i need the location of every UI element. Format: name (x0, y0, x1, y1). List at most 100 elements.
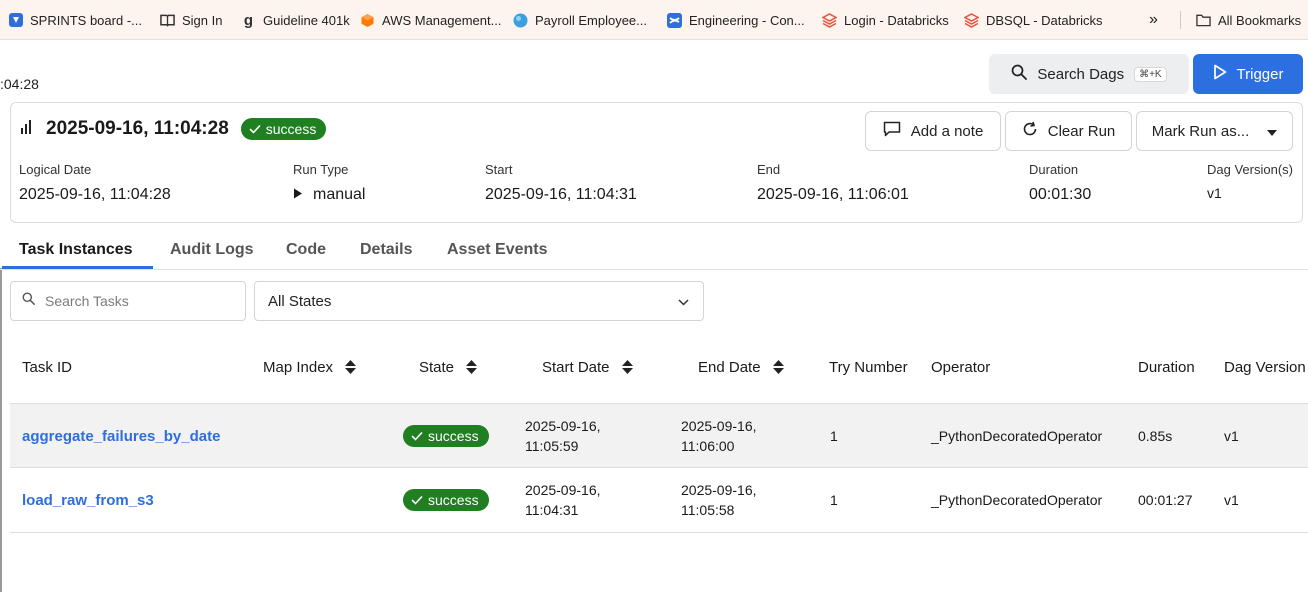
field-label: Duration (1029, 162, 1079, 177)
clear-run-button[interactable]: Clear Run (1005, 111, 1132, 151)
bookmark-label: Sign In (182, 12, 223, 28)
sort-icon[interactable] (621, 360, 633, 374)
end-date-line: 2025-09-16, (681, 482, 757, 498)
breadcrumb-time: :04:28 (0, 76, 39, 92)
jira-icon (8, 13, 23, 28)
bookmark-dbsql-databricks[interactable]: DBSQL - Databricks (964, 0, 1103, 40)
active-tab-indicator (2, 266, 153, 269)
bookmark-aws-management[interactable]: AWS Management... (360, 0, 501, 40)
dag-version-cell: v1 (1224, 428, 1239, 444)
bookmark-engineering-confluence[interactable]: Engineering - Con... (667, 0, 805, 40)
caret-down-icon (1267, 123, 1278, 140)
tab-task-instances[interactable]: Task Instances (19, 238, 133, 269)
field-value-wrap: manual (293, 186, 365, 204)
bookmark-payroll-employee[interactable]: Payroll Employee... (513, 0, 647, 40)
aws-cube-icon (360, 13, 375, 28)
bookmarks-bar: SPRINTS board -... Sign In g Guideline 4… (0, 0, 1308, 40)
state-cell: success (403, 425, 489, 447)
column-header-state[interactable]: State (419, 357, 478, 377)
tab-code[interactable]: Code (286, 238, 326, 269)
bookmarks-overflow-button[interactable]: » (1149, 0, 1158, 40)
trigger-button[interactable]: Trigger (1193, 54, 1303, 94)
column-header-label: Map Index (263, 358, 334, 376)
chevron-down-icon (678, 293, 689, 310)
check-icon (249, 121, 261, 137)
confluence-icon (667, 12, 682, 28)
try-number-cell: 1 (830, 492, 838, 508)
column-header-start-date[interactable]: Start Date (542, 357, 633, 377)
tab-asset-events[interactable]: Asset Events (447, 238, 548, 269)
column-header-map-index[interactable]: Map Index (263, 357, 357, 377)
logical-date-field: Logical Date 2025-09-16, 11:04:28 (19, 162, 171, 204)
run-header: 2025-09-16, 11:04:28 success (18, 118, 327, 140)
state-filter-select[interactable]: All States (254, 281, 704, 321)
trigger-label: Trigger (1236, 65, 1284, 83)
keyboard-shortcut: ⌘+K (1134, 66, 1167, 82)
g-letter-icon: g (243, 11, 254, 29)
play-icon (1213, 64, 1227, 84)
search-dags-label: Search Dags (1037, 65, 1125, 83)
end-time-line: 11:06:00 (681, 438, 735, 454)
table-row: load_raw_from_s3 success 2025-09-16, 11:… (10, 468, 1308, 533)
field-label: Start (485, 162, 513, 177)
end-time-line: 11:05:58 (681, 502, 735, 518)
bookmark-label: AWS Management... (382, 12, 502, 28)
bookmark-label: Guideline 401k (263, 12, 350, 28)
field-value: v1 (1207, 185, 1222, 201)
bookmark-sprints-board[interactable]: SPRINTS board -... (8, 0, 142, 40)
sort-icon[interactable] (772, 360, 784, 374)
field-value: 00:01:30 (1029, 186, 1092, 203)
run-type-field: Run Type manual (293, 162, 365, 204)
search-dags-button[interactable]: Search Dags ⌘+K (989, 54, 1189, 94)
task-id-link[interactable]: load_raw_from_s3 (22, 492, 154, 509)
start-date-cell: 2025-09-16, 11:04:31 (525, 480, 601, 520)
column-header-try-number: Try Number (829, 358, 908, 376)
state-cell: success (403, 489, 489, 511)
tab-audit-logs[interactable]: Audit Logs (170, 238, 254, 269)
sort-icon[interactable] (466, 360, 478, 374)
bookmark-sign-in[interactable]: Sign In (160, 0, 222, 40)
field-label: Logical Date (19, 162, 92, 177)
search-icon (22, 292, 35, 310)
start-date-cell: 2025-09-16, 11:05:59 (525, 416, 601, 456)
status-label: success (265, 121, 317, 137)
column-header-dag-version: Dag Version (1224, 358, 1306, 376)
globe-icon (513, 13, 528, 28)
play-icon (293, 186, 303, 204)
column-header-label: Start Date (542, 358, 610, 376)
databricks-icon (964, 12, 979, 28)
folder-icon (1196, 13, 1211, 28)
search-tasks-input[interactable] (45, 293, 225, 309)
tab-details[interactable]: Details (360, 238, 412, 269)
refresh-icon (1022, 121, 1038, 141)
end-field: End 2025-09-16, 11:06:01 (757, 162, 909, 204)
field-value: 2025-09-16, 11:04:28 (19, 186, 171, 203)
bookmark-guideline-401k[interactable]: g Guideline 401k (241, 0, 350, 40)
bookmark-label: Engineering - Con... (689, 12, 805, 28)
column-header-operator: Operator (931, 358, 991, 376)
all-bookmarks-button[interactable]: All Bookmarks (1196, 0, 1301, 40)
bookmark-login-databricks[interactable]: Login - Databricks (822, 0, 949, 40)
task-id-link[interactable]: aggregate_failures_by_date (22, 428, 220, 445)
bookmark-label: DBSQL - Databricks (986, 12, 1103, 28)
check-icon (411, 428, 423, 444)
start-date-line: 2025-09-16, (525, 418, 601, 434)
status-badge: success (403, 489, 489, 511)
table-row: aggregate_failures_by_date success 2025-… (10, 403, 1308, 468)
column-header-label: End Date (698, 358, 761, 376)
sort-icon[interactable] (345, 360, 357, 374)
duration-field: Duration 00:01:30 (1029, 162, 1091, 204)
column-header-end-date[interactable]: End Date (698, 357, 784, 377)
search-tasks-field[interactable] (10, 281, 246, 321)
field-label: Dag Version(s) (1207, 162, 1293, 177)
status-badge: success (240, 118, 327, 140)
duration-cell: 00:01:27 (1138, 492, 1193, 508)
add-note-button[interactable]: Add a note (865, 111, 1001, 151)
mark-run-as-dropdown[interactable]: Mark Run as... (1136, 111, 1293, 151)
operator-cell: _PythonDecoratedOperator (931, 428, 1103, 444)
status-label: success (428, 492, 479, 508)
bookmarks-separator (1180, 11, 1181, 29)
clear-run-label: Clear Run (1047, 122, 1116, 140)
all-bookmarks-label: All Bookmarks (1218, 12, 1302, 28)
bookmark-label: SPRINTS board -... (30, 12, 142, 28)
